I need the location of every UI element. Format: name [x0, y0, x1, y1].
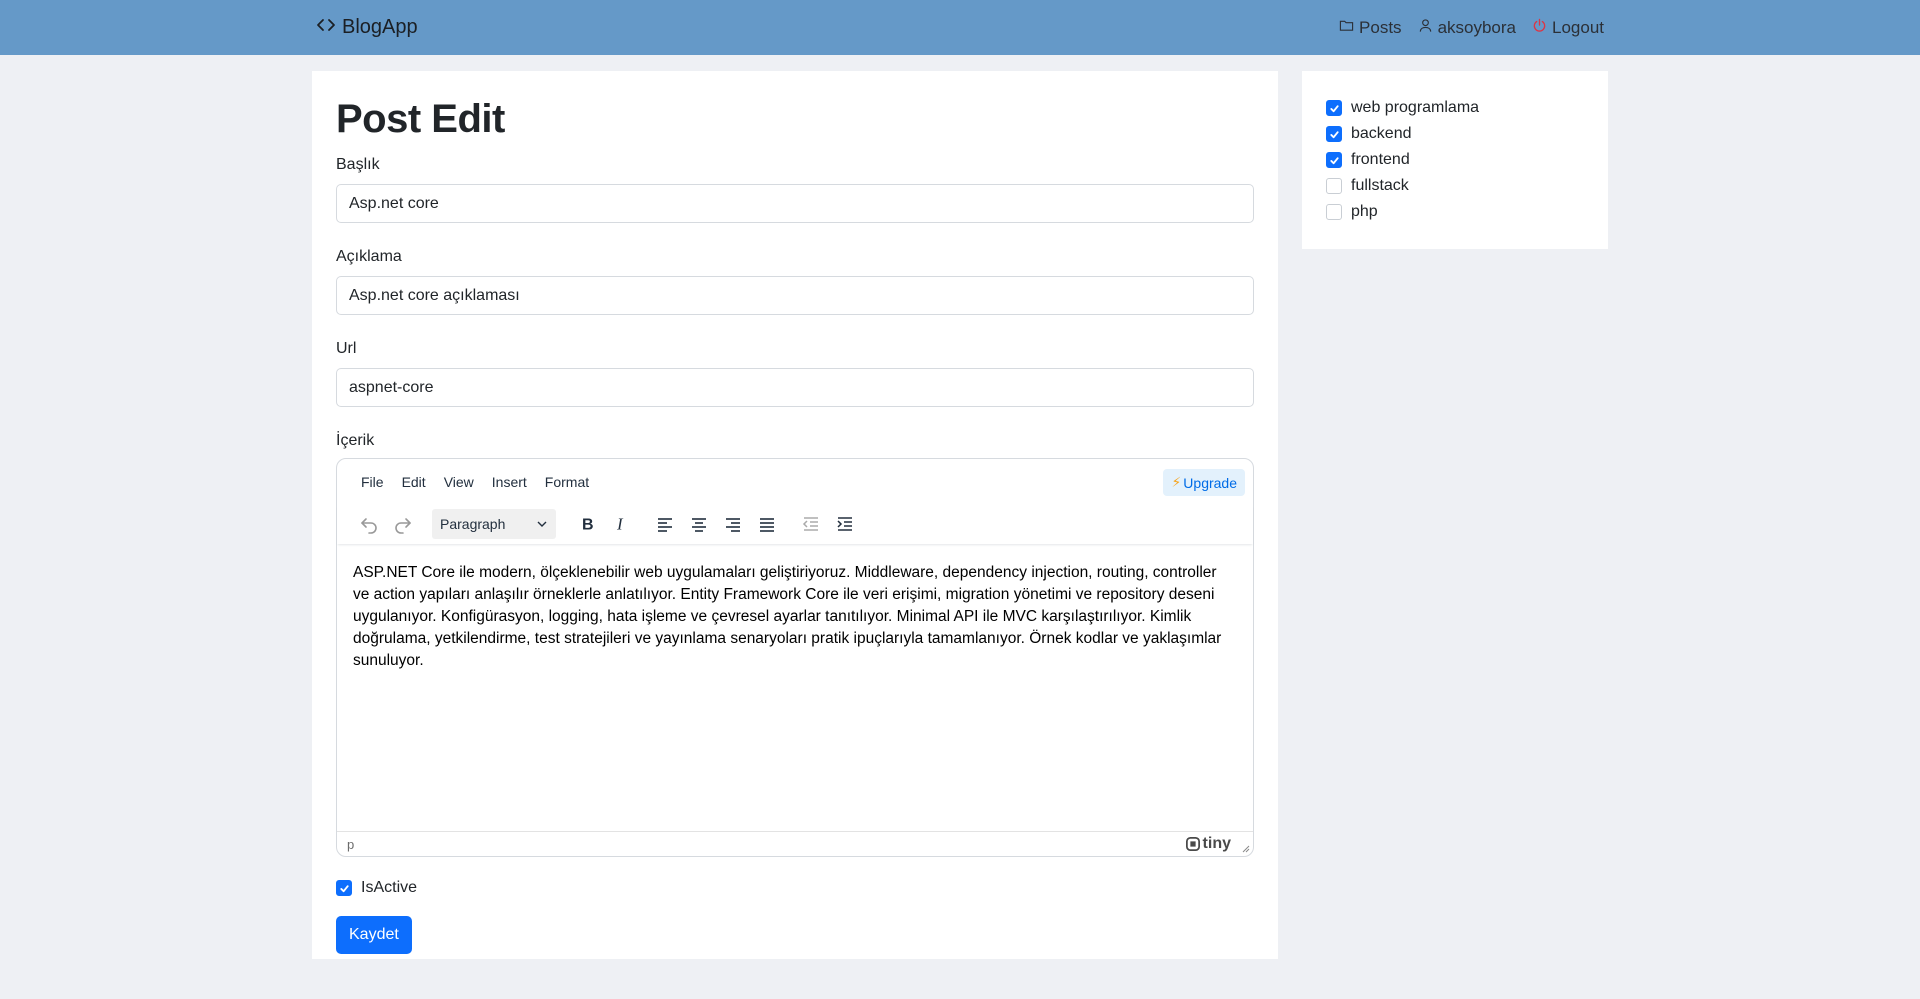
nav-posts-link[interactable]: Posts	[1339, 18, 1402, 38]
title-input[interactable]: Asp.net core	[336, 184, 1254, 223]
element-path[interactable]: p	[347, 837, 354, 852]
editor-toolbar: Paragraph B I	[337, 504, 1253, 544]
check-icon	[1329, 104, 1339, 112]
title-label: Başlık	[336, 156, 380, 173]
description-input[interactable]: Asp.net core açıklaması	[336, 276, 1254, 315]
tiny-icon	[1185, 837, 1200, 851]
category-item: fullstack	[1326, 173, 1584, 199]
brand-label: BlogApp	[342, 16, 418, 38]
description-label: Açıklama	[336, 248, 402, 265]
bold-button[interactable]: B	[570, 507, 604, 541]
category-checkbox[interactable]	[1326, 204, 1342, 220]
nav-logout-label: Logout	[1552, 17, 1604, 37]
align-left-icon	[658, 518, 672, 532]
tiny-logo[interactable]: tiny	[1185, 835, 1231, 853]
brand-link[interactable]: BlogApp	[316, 15, 418, 41]
save-button[interactable]: Kaydet	[336, 916, 412, 954]
check-icon	[1329, 156, 1339, 164]
block-format-value: Paragraph	[440, 516, 506, 532]
category-item: web programlama	[1326, 95, 1584, 121]
indent-icon	[837, 517, 852, 531]
power-icon	[1532, 18, 1547, 38]
undo-icon	[361, 518, 377, 534]
category-checkbox[interactable]	[1326, 152, 1342, 168]
align-right-icon	[726, 518, 740, 532]
indent-button[interactable]	[828, 507, 862, 541]
svg-text:B: B	[582, 517, 594, 534]
category-label: backend	[1351, 125, 1412, 142]
editor-content-area[interactable]: ASP.NET Core ile modern, ölçeklenebilir …	[337, 544, 1253, 828]
category-label: php	[1351, 203, 1378, 220]
bold-icon: B	[582, 517, 594, 534]
content-label: İçerik	[336, 432, 375, 449]
upgrade-label: Upgrade	[1183, 474, 1237, 491]
page-title: Post Edit	[336, 97, 505, 141]
nav-user-label: aksoybora	[1437, 17, 1516, 37]
category-item: backend	[1326, 121, 1584, 147]
editor-statusbar: p tiny	[337, 831, 1253, 856]
undo-button[interactable]	[352, 507, 386, 541]
navbar: BlogApp Posts aksoybora Logout	[0, 0, 1920, 55]
outdent-button[interactable]	[794, 507, 828, 541]
italic-button[interactable]: I	[604, 507, 638, 541]
url-label: Url	[336, 340, 357, 357]
check-icon	[339, 884, 349, 892]
align-justify-button[interactable]	[750, 507, 784, 541]
post-edit-card: Post Edit Başlık Asp.net core Açıklama A…	[312, 71, 1278, 959]
menu-view[interactable]: View	[435, 468, 483, 496]
align-center-button[interactable]	[682, 507, 716, 541]
outdent-icon	[802, 517, 818, 531]
category-label: web programlama	[1351, 99, 1480, 116]
category-checkbox[interactable]	[1326, 100, 1342, 116]
rich-text-editor: File Edit View Insert Format ⚡ Upgrade P…	[336, 458, 1254, 857]
menu-edit[interactable]: Edit	[393, 468, 435, 496]
category-label: fullstack	[1351, 177, 1409, 194]
editor-menubar: File Edit View Insert Format ⚡ Upgrade	[337, 459, 1253, 504]
align-justify-icon	[760, 518, 774, 532]
person-icon	[1418, 18, 1433, 38]
menu-insert[interactable]: Insert	[483, 468, 536, 496]
nav-user-link[interactable]: aksoybora	[1418, 18, 1516, 38]
resize-handle-icon[interactable]	[1242, 845, 1250, 853]
category-item: frontend	[1326, 147, 1584, 173]
menu-file[interactable]: File	[352, 468, 393, 496]
redo-button[interactable]	[386, 507, 420, 541]
folder-icon	[1339, 18, 1354, 38]
check-icon	[1329, 130, 1339, 138]
category-label: frontend	[1351, 151, 1410, 168]
chevron-down-icon	[537, 521, 547, 527]
menu-format[interactable]: Format	[536, 468, 598, 496]
upgrade-button[interactable]: ⚡ Upgrade	[1163, 469, 1245, 496]
category-checkbox[interactable]	[1326, 126, 1342, 142]
align-right-button[interactable]	[716, 507, 750, 541]
redo-icon	[395, 518, 411, 534]
lightning-icon: ⚡	[1171, 474, 1182, 490]
tiny-label: tiny	[1202, 835, 1231, 852]
url-input[interactable]: aspnet-core	[336, 368, 1254, 407]
is-active-row: IsActive	[336, 879, 1254, 897]
svg-text:I: I	[616, 515, 624, 534]
nav-logout-link[interactable]: Logout	[1532, 18, 1604, 38]
code-icon	[316, 15, 336, 41]
block-format-select[interactable]: Paragraph	[432, 509, 556, 539]
is-active-checkbox[interactable]	[336, 880, 352, 896]
align-center-icon	[692, 518, 706, 532]
align-left-button[interactable]	[648, 507, 682, 541]
category-item: php	[1326, 199, 1584, 225]
is-active-label: IsActive	[361, 879, 418, 896]
italic-icon: I	[616, 515, 624, 534]
nav-posts-label: Posts	[1359, 17, 1402, 37]
category-checkbox[interactable]	[1326, 178, 1342, 194]
categories-card: web programlama backend frontend fullsta…	[1302, 71, 1608, 249]
